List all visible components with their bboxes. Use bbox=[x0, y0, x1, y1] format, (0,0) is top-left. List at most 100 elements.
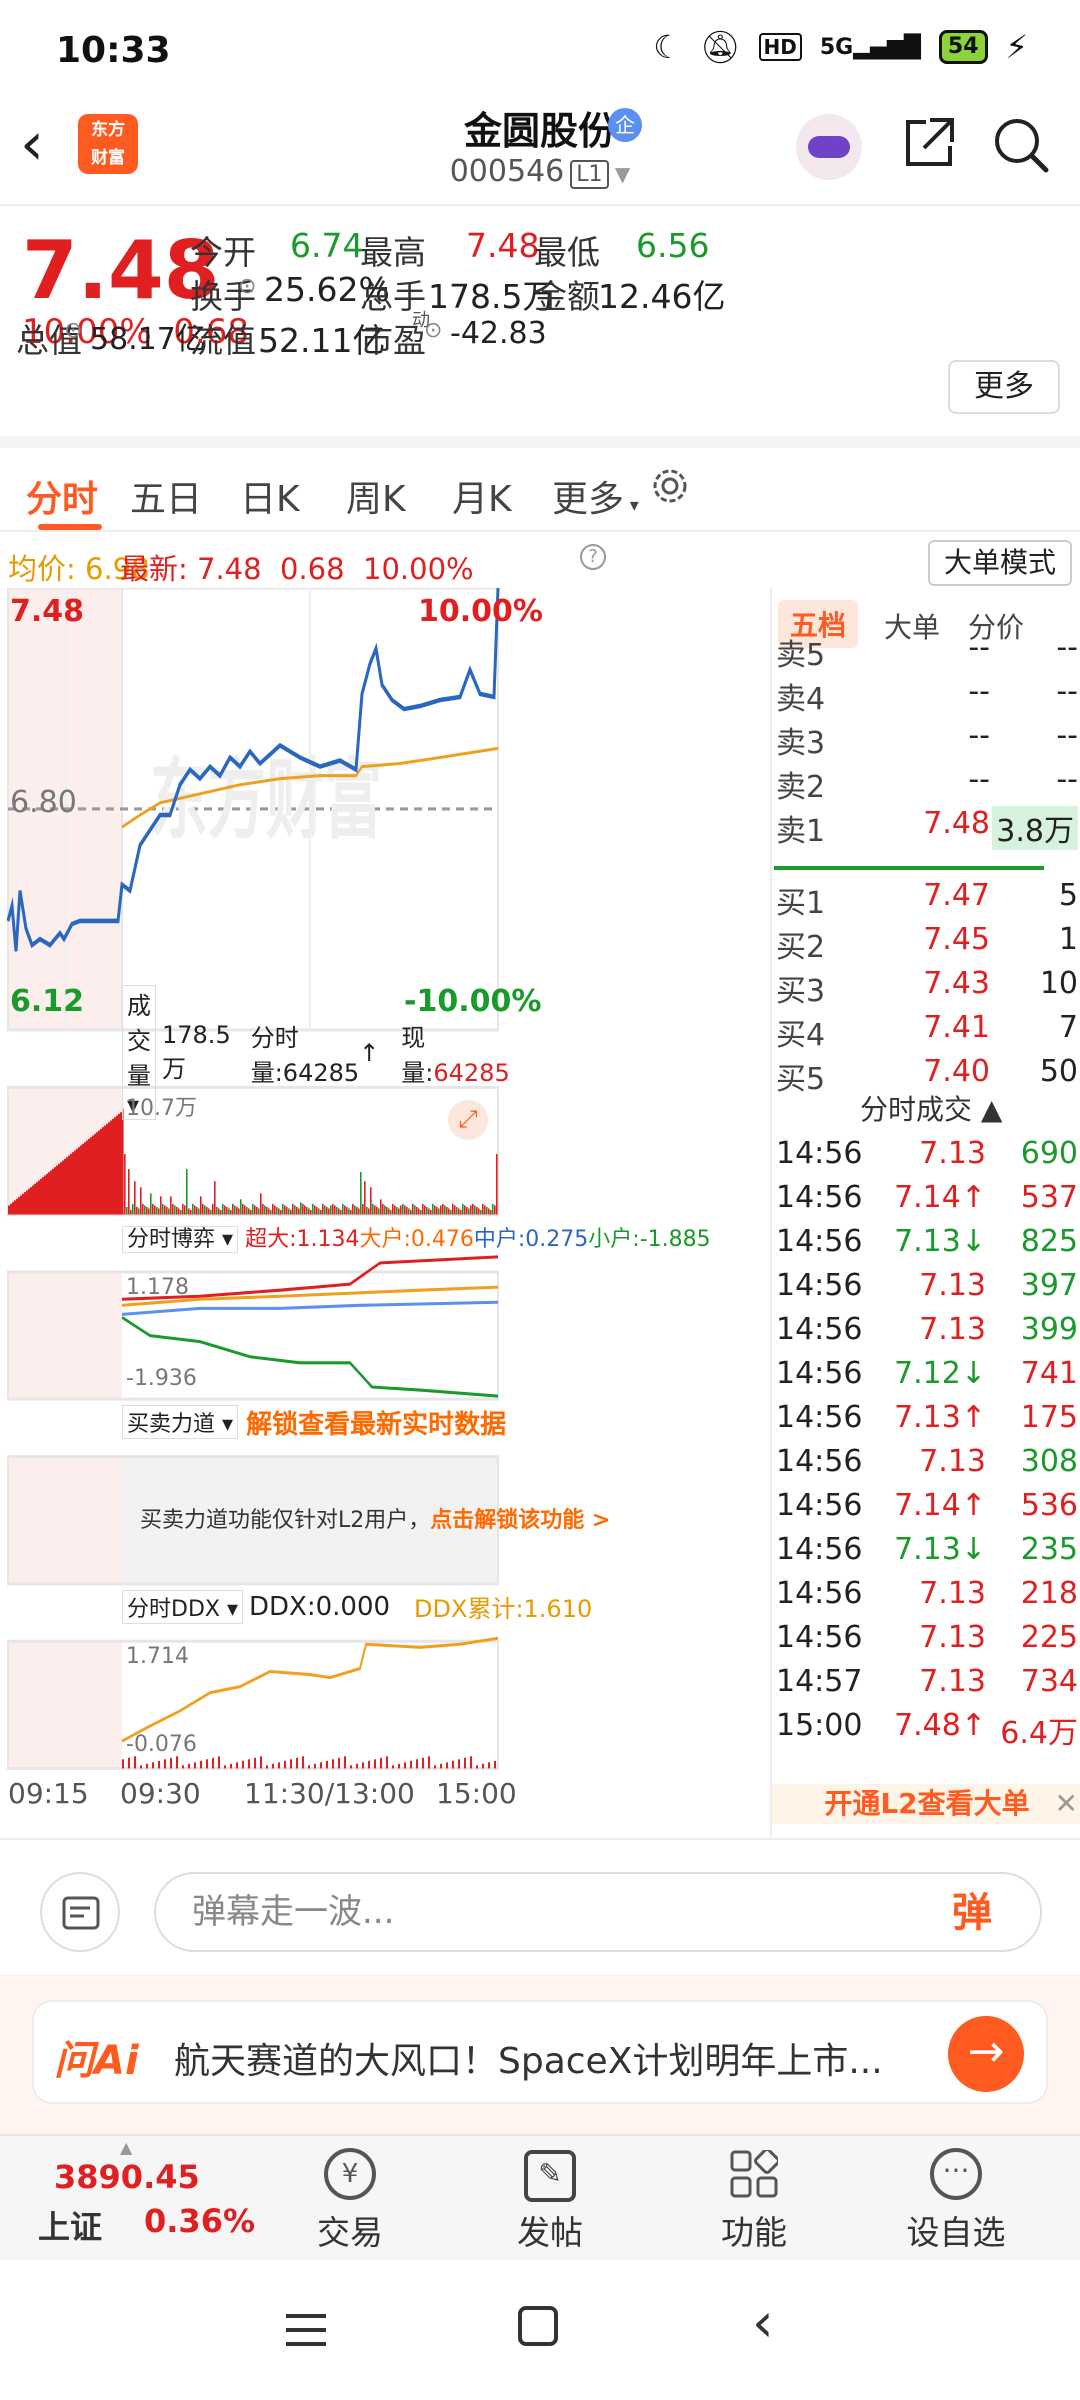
more-button[interactable]: 更多 bbox=[948, 360, 1060, 414]
volume-bar bbox=[284, 1205, 286, 1215]
ddx-bar bbox=[326, 1760, 328, 1769]
volume-bar bbox=[486, 1206, 488, 1215]
volume-bar bbox=[128, 1169, 130, 1215]
index-ticker[interactable]: ▲ 3890.45 上证 0.36% bbox=[0, 2136, 255, 2262]
volume-bar bbox=[278, 1208, 280, 1215]
volume-bar bbox=[458, 1208, 460, 1215]
ddx-indicator-selector[interactable]: 分时DDX ▾ bbox=[122, 1589, 243, 1624]
volume-bar bbox=[126, 1206, 128, 1215]
volume-bar bbox=[316, 1206, 318, 1215]
volume-bar bbox=[210, 1209, 212, 1215]
index-value: 3890.45 bbox=[54, 2158, 200, 2196]
volume-bar bbox=[276, 1206, 278, 1215]
volume-bar bbox=[336, 1206, 338, 1215]
tick-row: 14:56 7.13↓ 235 bbox=[776, 1532, 1078, 1567]
volume-bar bbox=[282, 1203, 284, 1215]
high-value: 7.48 bbox=[466, 226, 540, 265]
danmu-send-button[interactable]: 弹 bbox=[952, 1880, 992, 1938]
volume-bar bbox=[166, 1206, 168, 1215]
grid-icon bbox=[730, 2148, 780, 2198]
volume-bar bbox=[200, 1196, 202, 1215]
ask-row[interactable]: 卖4 -- -- bbox=[772, 674, 1080, 718]
volume-bar bbox=[194, 1205, 196, 1215]
tick-row: 15:00 7.48↑ 6.4万 bbox=[776, 1708, 1078, 1751]
tab-five-day[interactable]: 五日 bbox=[130, 470, 202, 522]
volume-bar bbox=[132, 1203, 134, 1215]
info-icon[interactable]: ⊙ bbox=[424, 318, 442, 343]
volume-bar bbox=[124, 1153, 126, 1215]
home-icon[interactable] bbox=[518, 2306, 558, 2346]
tab-weekly-k[interactable]: 周K bbox=[346, 470, 406, 522]
ai-news-card[interactable]: 问Ai 航天赛道的大风口！SpaceX计划明年上市... → bbox=[32, 2000, 1048, 2104]
volume-bar bbox=[206, 1206, 208, 1215]
volume-bar bbox=[292, 1203, 294, 1215]
low-label: 最低 bbox=[534, 233, 600, 272]
volume-bar bbox=[410, 1209, 412, 1215]
help-icon[interactable]: ? bbox=[580, 544, 606, 570]
volume-bar bbox=[462, 1203, 464, 1215]
back-icon[interactable]: ‹ bbox=[752, 2296, 774, 2350]
nav-trade[interactable]: ¥ 交易 bbox=[280, 2136, 420, 2262]
bid-row[interactable]: 买1 7.47 5 bbox=[772, 878, 1080, 922]
bid-row[interactable]: 买4 7.41 7 bbox=[772, 1010, 1080, 1054]
volume-bar bbox=[310, 1209, 312, 1215]
volume-bar bbox=[178, 1208, 180, 1215]
volume-bar bbox=[40, 1178, 42, 1215]
volume-bar bbox=[484, 1205, 486, 1215]
ask-row[interactable]: 卖2 -- -- bbox=[772, 762, 1080, 806]
bid-row[interactable]: 买2 7.45 1 bbox=[772, 922, 1080, 966]
danmu-input[interactable]: 弹幕走一波... bbox=[154, 1872, 1042, 1952]
volume-bar bbox=[190, 1209, 192, 1215]
volume-bar bbox=[54, 1167, 56, 1215]
expand-icon[interactable]: ⤢ bbox=[448, 1099, 488, 1140]
volume-bar bbox=[38, 1180, 40, 1215]
ask-row[interactable]: 卖5 -- -- bbox=[772, 630, 1080, 674]
ai-news-banner: 问Ai 航天赛道的大风口！SpaceX计划明年上市... → bbox=[0, 1974, 1080, 2134]
volume-bar bbox=[146, 1206, 148, 1215]
ddx-bar bbox=[218, 1756, 220, 1769]
arrow-right-icon[interactable]: → bbox=[948, 2016, 1024, 2092]
info-icon[interactable]: ⊙ bbox=[64, 318, 82, 343]
force-unlock-link[interactable]: 点击解锁该功能 > bbox=[430, 1508, 610, 1533]
assistant-avatar[interactable] bbox=[796, 114, 862, 180]
volume-bar bbox=[80, 1145, 82, 1215]
tab-intraday[interactable]: 分时 bbox=[26, 470, 98, 522]
game-indicator-selector[interactable]: 分时博弈 ▾ bbox=[122, 1225, 239, 1253]
system-navigation: ‹ bbox=[0, 2260, 1080, 2400]
tab-more[interactable]: 更多 ▾ bbox=[552, 470, 639, 522]
ddx-bar bbox=[158, 1760, 160, 1769]
nav-functions[interactable]: 功能 bbox=[684, 2136, 824, 2262]
ddx-bar bbox=[344, 1756, 346, 1769]
tab-monthly-k[interactable]: 月K bbox=[452, 470, 512, 522]
ddx-bar bbox=[266, 1765, 268, 1769]
big-order-mode-button[interactable]: 大单模式 bbox=[928, 540, 1072, 586]
force-indicator-selector[interactable]: 买卖力道 ▾ bbox=[122, 1405, 239, 1440]
bid-row[interactable]: 买3 7.43 10 bbox=[772, 966, 1080, 1010]
volume-bar bbox=[360, 1172, 362, 1215]
search-icon[interactable] bbox=[990, 114, 1052, 176]
danmu-settings-icon[interactable] bbox=[40, 1872, 120, 1952]
volume-bar bbox=[130, 1209, 132, 1215]
volume-bar bbox=[72, 1152, 74, 1215]
close-icon[interactable]: ✕ bbox=[1055, 1784, 1078, 1824]
tab-daily-k[interactable]: 日K bbox=[240, 470, 300, 522]
volume-bar bbox=[118, 1113, 120, 1215]
intraday-chart[interactable]: 东方财富 7.48 6.80 6.12 10.00% -10.00% 成交量 ▾… bbox=[0, 588, 770, 1838]
ticks-title[interactable]: 分时成交 ▲ bbox=[860, 1088, 1002, 1128]
menu-icon[interactable] bbox=[286, 2310, 326, 2346]
nav-add-watchlist[interactable]: ··· 设自选 bbox=[886, 2136, 1026, 2262]
share-icon[interactable] bbox=[900, 114, 958, 172]
info-icon[interactable]: ⊙ bbox=[238, 274, 256, 299]
volume-bar bbox=[244, 1205, 246, 1215]
l2-big-order-banner[interactable]: 开通L2查看大单 ✕ bbox=[772, 1784, 1080, 1824]
level-badge: L1 bbox=[570, 160, 609, 189]
settings-gear-icon[interactable] bbox=[650, 466, 690, 506]
chevron-down-icon: ▼ bbox=[608, 162, 631, 186]
force-unlock-text[interactable]: 解锁查看最新实时数据 bbox=[246, 1404, 506, 1441]
volume-bar bbox=[290, 1209, 292, 1215]
open-label: 今开 bbox=[190, 233, 256, 272]
ask-row[interactable]: 卖3 -- -- bbox=[772, 718, 1080, 762]
nav-post[interactable]: ✎ 发帖 bbox=[480, 2136, 620, 2262]
ask-row[interactable]: 卖1 7.48 3.8万 bbox=[772, 806, 1080, 850]
pct-axis-bottom: -10.00% bbox=[404, 984, 542, 1020]
